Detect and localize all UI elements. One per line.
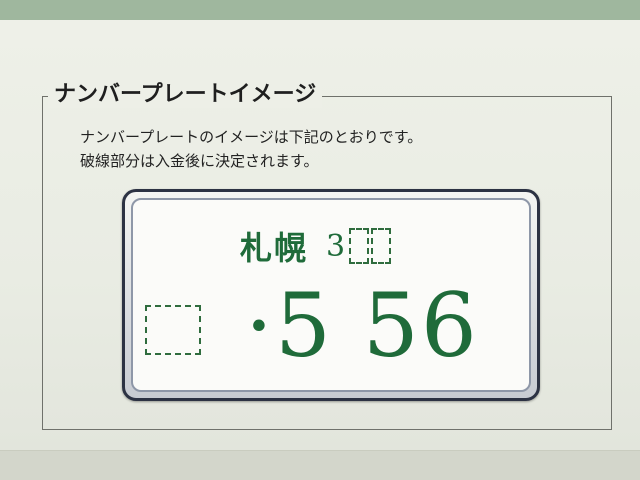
hiragana-placeholder: [145, 305, 201, 355]
plate-number: ·5 56: [245, 274, 479, 377]
section-description: ナンバープレートのイメージは下記のとおりです。 破線部分は入金後に決定されます。: [80, 125, 422, 173]
window-top-bar: [0, 0, 640, 20]
plate-top-row: 札幌 3: [240, 224, 392, 268]
description-line-1: ナンバープレートのイメージは下記のとおりです。: [80, 128, 423, 146]
section-title: ナンバープレートイメージ: [48, 76, 323, 108]
plate-class-number: 3: [326, 228, 346, 264]
class-number-placeholder-1: [349, 228, 370, 264]
description-line-2: 破線部分は入金後に決定されます。: [80, 152, 319, 170]
page-footer: [0, 451, 640, 480]
class-number-placeholder-2: [371, 228, 392, 264]
plate-region: 札幌: [240, 229, 309, 267]
